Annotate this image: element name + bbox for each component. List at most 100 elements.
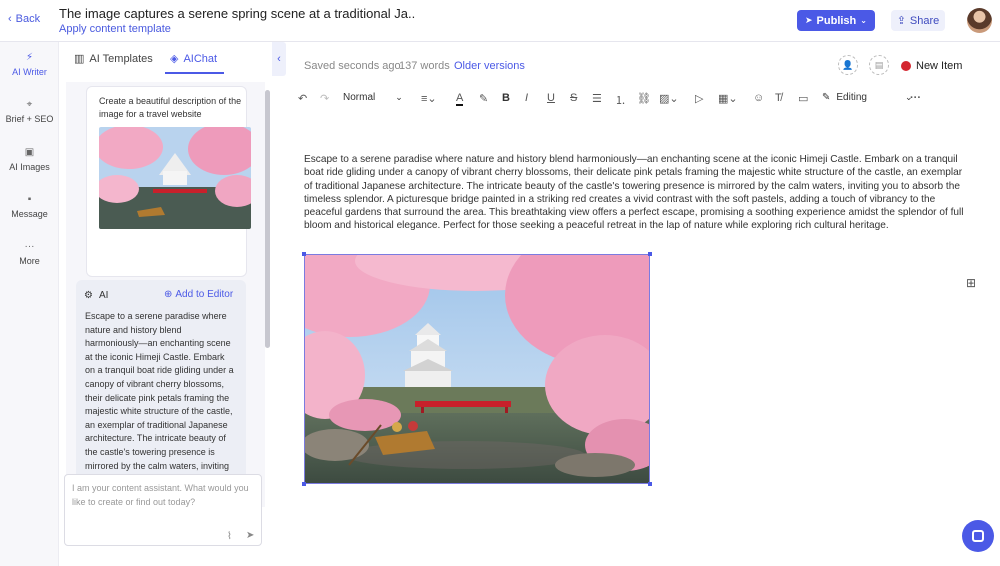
share-label: Share xyxy=(909,14,940,27)
share-button[interactable]: ⇪ Share xyxy=(891,10,945,31)
nav-label: More xyxy=(19,256,40,266)
attachment-icon[interactable]: ⌇ xyxy=(227,531,232,542)
templates-icon: ▥ xyxy=(74,53,85,65)
underline-icon[interactable]: U xyxy=(547,92,555,104)
resize-handle[interactable] xyxy=(648,252,652,256)
avatar[interactable] xyxy=(967,8,992,33)
target-icon: ⌖ xyxy=(26,99,33,110)
align-icon[interactable]: ≡⌄ xyxy=(421,92,437,105)
redo-icon[interactable]: ↷ xyxy=(320,92,329,105)
top-bar: ‹ Back The image captures a serene sprin… xyxy=(0,0,1000,42)
share-icon: ⇪ xyxy=(896,15,906,27)
pencil-icon: ✎ xyxy=(822,92,831,103)
insert-image-icon[interactable]: ▨⌄ xyxy=(659,92,679,105)
nav-label: Brief + SEO xyxy=(5,114,54,124)
bullet-list-icon[interactable]: ☰ xyxy=(592,92,602,105)
chevron-down-icon: ⌄ xyxy=(395,92,403,102)
collapse-panel-button[interactable]: ‹ xyxy=(272,42,286,76)
paragraph-style-select[interactable]: Normal ⌄ xyxy=(343,92,403,103)
status-new-item[interactable]: New Item xyxy=(901,60,962,72)
back-button[interactable]: ‹ Back xyxy=(8,13,40,25)
document-title[interactable]: The image captures a serene spring scene… xyxy=(59,6,415,21)
robot-icon: ⚙ xyxy=(84,290,93,301)
more-icon: ··· xyxy=(24,241,35,252)
chat-bubble-icon xyxy=(972,530,984,542)
italic-icon[interactable]: I xyxy=(525,92,528,104)
emoji-icon[interactable]: ☺ xyxy=(753,92,764,104)
editor-body-text[interactable]: Escape to a serene paradise where nature… xyxy=(304,153,968,233)
more-options-icon[interactable]: ··· xyxy=(910,92,921,104)
nav-item-message[interactable]: ▪ Message xyxy=(0,194,59,219)
undo-icon[interactable]: ↶ xyxy=(298,92,307,105)
text-color-icon[interactable]: A xyxy=(456,92,464,106)
message-icon: ▪ xyxy=(27,194,32,205)
word-count: 137 words xyxy=(399,60,450,72)
user-message-image xyxy=(99,127,251,229)
saved-status: Saved seconds ago xyxy=(304,60,401,72)
clear-format-icon[interactable]: T̸ xyxy=(775,92,782,104)
chat-icon: ◈ xyxy=(170,53,179,65)
add-comment-icon[interactable]: ⊞ xyxy=(966,276,976,290)
add-document-icon: ⊕ xyxy=(164,289,173,300)
editing-mode-select[interactable]: ✎ Editing ⌄ xyxy=(822,92,913,103)
nav-label: AI Images xyxy=(9,162,50,172)
nav-label: Message xyxy=(11,209,48,219)
add-to-editor-button[interactable]: ⊕ Add to Editor xyxy=(164,289,233,300)
link-icon[interactable]: ⛓ xyxy=(637,92,651,105)
highlight-icon[interactable]: ✎ xyxy=(479,92,488,105)
tab-ai-templates[interactable]: ▥ AI Templates xyxy=(74,52,153,66)
resize-handle[interactable] xyxy=(648,482,652,486)
editing-mode-value: Editing xyxy=(836,92,867,103)
ai-response-card: ⚙ AI ⊕ Add to Editor Escape to a serene … xyxy=(76,280,246,507)
editor-image[interactable] xyxy=(304,254,650,484)
resize-handle[interactable] xyxy=(302,252,306,256)
chat-support-button[interactable] xyxy=(962,520,994,552)
add-to-editor-label: Add to Editor xyxy=(175,289,234,300)
chat-tabs: ▥ AI Templates ◈ AIChat xyxy=(59,42,272,74)
left-navigation: ⚡ AI Writer ⌖ Brief + SEO ▣ AI Images ▪ … xyxy=(0,42,59,566)
ai-label: AI xyxy=(98,290,109,301)
chat-input[interactable] xyxy=(72,481,255,521)
calendar-icon[interactable]: ▤ xyxy=(869,55,889,75)
apply-template-link[interactable]: Apply content template xyxy=(59,23,171,35)
play-icon[interactable]: ▷ xyxy=(695,92,703,105)
tab-aichat[interactable]: ◈ AIChat xyxy=(170,52,218,66)
bolt-icon: ⚡ xyxy=(25,52,34,63)
chat-scrollbar[interactable] xyxy=(265,90,270,348)
publish-button[interactable]: ➤ Publish ⌄ xyxy=(797,10,875,31)
nav-item-more[interactable]: ··· More xyxy=(0,241,59,266)
active-tab-indicator xyxy=(165,72,224,74)
resize-handle[interactable] xyxy=(302,482,306,486)
status-dot xyxy=(901,61,911,71)
sakura-castle-thumbnail xyxy=(99,127,251,229)
image-icon: ▣ xyxy=(24,147,35,158)
bold-icon[interactable]: B xyxy=(502,92,510,104)
nav-label: AI Writer xyxy=(12,67,47,77)
numbered-list-icon[interactable]: ⒈ xyxy=(615,92,626,108)
chevron-left-icon: ‹ xyxy=(277,53,281,65)
comment-icon[interactable]: ▭ xyxy=(798,92,808,105)
strikethrough-icon[interactable]: S xyxy=(570,92,577,104)
nav-item-ai-images[interactable]: ▣ AI Images xyxy=(0,147,59,172)
tab-label: AIChat xyxy=(183,52,218,65)
assign-user-icon[interactable]: 👤 xyxy=(838,55,858,75)
chevron-down-icon: ⌄ xyxy=(860,16,867,25)
paragraph-style-value: Normal xyxy=(343,92,376,103)
tab-label: AI Templates xyxy=(89,52,153,65)
status-label: New Item xyxy=(916,60,963,72)
publish-label: Publish xyxy=(816,14,857,27)
editor-toolbar: ↶ ↷ Normal ⌄ ≡⌄ A ✎ B I U S ☰ ⒈ ⛓ ▨⌄ ▷ ▦… xyxy=(290,89,930,111)
nav-item-ai-writer[interactable]: ⚡ AI Writer xyxy=(0,52,59,77)
himeji-castle-sakura-image xyxy=(305,255,649,483)
send-icon[interactable]: ➤ xyxy=(246,530,254,541)
older-versions-link[interactable]: Older versions xyxy=(454,60,525,72)
table-icon[interactable]: ▦⌄ xyxy=(718,92,738,105)
back-label: Back xyxy=(15,13,41,25)
user-message-text: Create a beautiful description of the im… xyxy=(99,96,242,119)
chat-input-box[interactable]: ⌇ ➤ xyxy=(64,474,262,546)
ai-response-header: ⚙ AI xyxy=(84,290,108,301)
nav-item-brief-seo[interactable]: ⌖ Brief + SEO xyxy=(0,99,59,124)
chevron-left-icon: ‹ xyxy=(8,13,12,25)
send-icon: ➤ xyxy=(805,15,813,25)
chat-history[interactable]: Create a beautiful description of the im… xyxy=(66,82,265,507)
